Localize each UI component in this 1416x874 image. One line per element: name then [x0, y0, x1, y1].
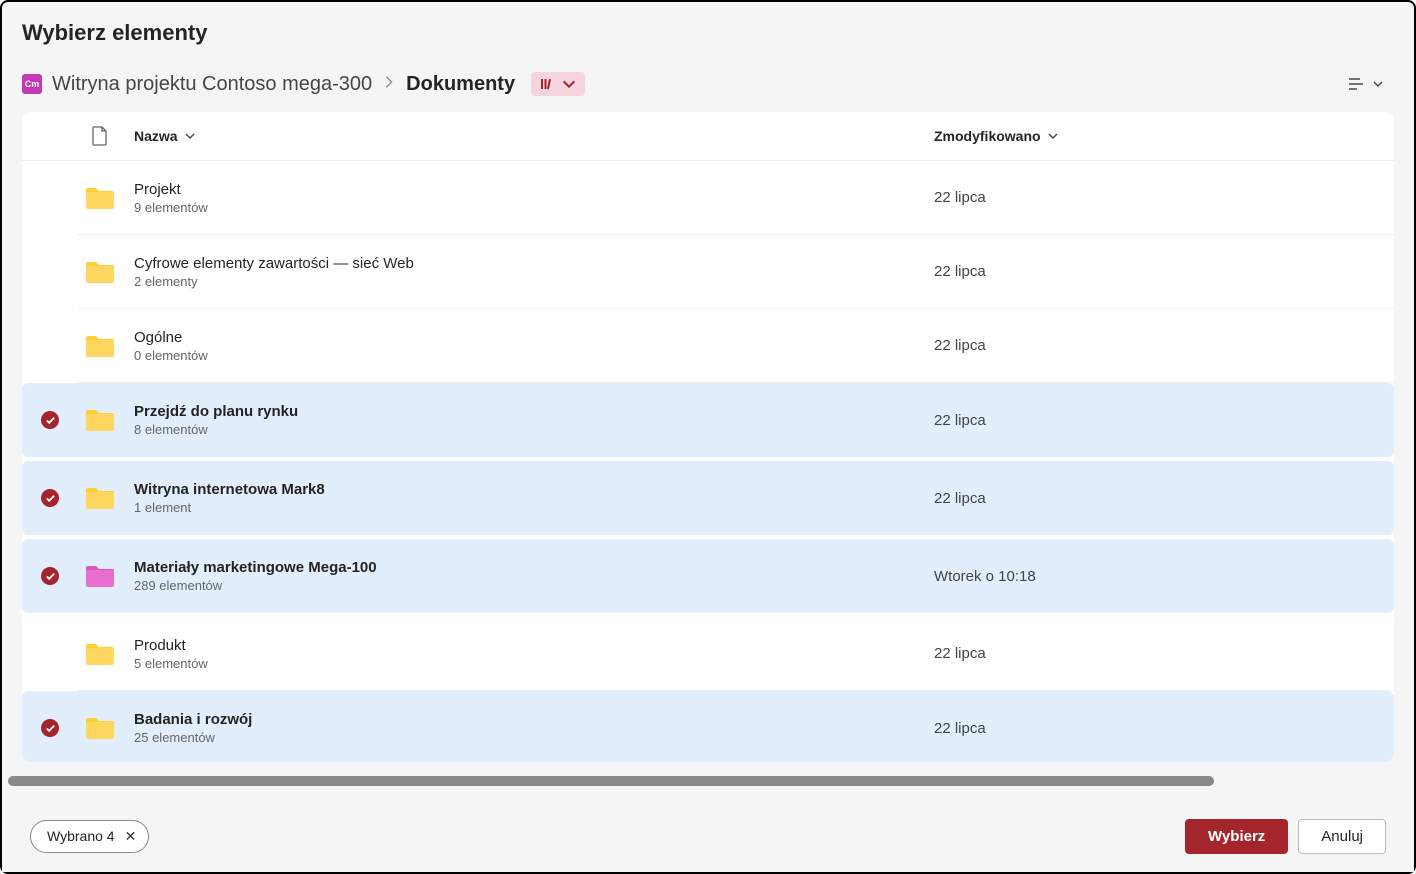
list-item[interactable]: Materiały marketingowe Mega-100 289 elem…: [22, 539, 1394, 613]
column-name-label: Nazwa: [134, 128, 178, 144]
item-name: Badania i rozwój: [134, 711, 252, 728]
item-name: Projekt: [134, 181, 181, 198]
item-name: Przejdź do planu rynku: [134, 403, 298, 420]
column-header-modified[interactable]: Zmodyfikowano: [934, 128, 1394, 144]
cancel-button[interactable]: Anuluj: [1298, 819, 1386, 854]
item-name: Witryna internetowa Mark8: [134, 481, 325, 498]
item-meta: 2 elementy: [134, 274, 198, 289]
item-meta: 289 elementów: [134, 578, 222, 593]
list-view-icon: [1346, 74, 1366, 94]
library-icon: [539, 76, 555, 92]
list-item[interactable]: Cyfrowe elementy zawartości — sieć Web 2…: [78, 235, 1394, 309]
item-name: Cyfrowe elementy zawartości — sieć Web: [134, 255, 414, 272]
item-modified: 22 lipca: [934, 189, 1394, 206]
chevron-down-icon: [184, 130, 196, 142]
select-button[interactable]: Wybierz: [1185, 819, 1288, 854]
selection-count-pill[interactable]: Wybrano 4 ✕: [30, 820, 149, 853]
row-checkbox[interactable]: [22, 411, 78, 429]
clear-selection-icon[interactable]: ✕: [125, 828, 137, 845]
item-modified: 22 lipca: [934, 720, 1394, 737]
item-meta: 25 elementów: [134, 730, 215, 745]
file-list: Nazwa Zmodyfikowano Projekt 9 elementów …: [22, 112, 1394, 762]
item-name: Materiały marketingowe Mega-100: [134, 559, 377, 576]
chevron-down-icon: [1372, 78, 1384, 90]
column-modified-label: Zmodyfikowano: [934, 128, 1041, 144]
item-modified: Wtorek o 10:18: [934, 568, 1394, 585]
library-dropdown[interactable]: [531, 72, 585, 96]
breadcrumb-bar: Cm Witryna projektu Contoso mega-300 Dok…: [2, 54, 1414, 112]
list-item[interactable]: Przejdź do planu rynku 8 elementów 22 li…: [22, 383, 1394, 457]
selection-count-label: Wybrano 4: [47, 828, 115, 844]
folder-icon: [78, 562, 122, 590]
folder-icon: [78, 332, 122, 360]
item-modified: 22 lipca: [934, 645, 1394, 662]
dialog-footer: Wybrano 4 ✕ Wybierz Anuluj: [2, 800, 1414, 872]
chevron-down-icon: [1047, 130, 1059, 142]
column-header-row: Nazwa Zmodyfikowano: [22, 112, 1394, 161]
dialog-title: Wybierz elementy: [22, 20, 1394, 46]
chevron-down-icon: [561, 76, 577, 92]
item-modified: 22 lipca: [934, 263, 1394, 280]
item-meta: 1 element: [134, 500, 191, 515]
item-name: Ogólne: [134, 329, 182, 346]
item-meta: 5 elementów: [134, 656, 208, 671]
file-type-icon: [78, 126, 122, 146]
item-meta: 0 elementów: [134, 348, 208, 363]
horizontal-scrollbar[interactable]: [8, 776, 1214, 786]
list-item[interactable]: Ogólne 0 elementów 22 lipca: [78, 309, 1394, 383]
item-modified: 22 lipca: [934, 412, 1394, 429]
folder-icon: [78, 258, 122, 286]
list-item[interactable]: Witryna internetowa Mark8 1 element 22 l…: [22, 461, 1394, 535]
folder-icon: [78, 714, 122, 742]
view-options-button[interactable]: [1336, 68, 1394, 100]
folder-icon: [78, 406, 122, 434]
list-item[interactable]: Badania i rozwój 25 elementów 22 lipca: [22, 691, 1394, 762]
item-modified: 22 lipca: [934, 337, 1394, 354]
folder-icon: [78, 640, 122, 668]
breadcrumb-current: Dokumenty: [406, 73, 515, 96]
row-checkbox[interactable]: [22, 567, 78, 585]
item-name: Produkt: [134, 637, 186, 654]
item-meta: 9 elementów: [134, 200, 208, 215]
folder-icon: [78, 184, 122, 212]
site-icon: Cm: [22, 74, 42, 94]
folder-icon: [78, 484, 122, 512]
list-item[interactable]: Projekt 9 elementów 22 lipca: [78, 161, 1394, 235]
item-meta: 8 elementów: [134, 422, 208, 437]
list-item[interactable]: Produkt 5 elementów 22 lipca: [78, 617, 1394, 691]
breadcrumb-site[interactable]: Witryna projektu Contoso mega-300: [52, 73, 372, 96]
item-modified: 22 lipca: [934, 490, 1394, 507]
column-header-name[interactable]: Nazwa: [122, 128, 934, 144]
row-checkbox[interactable]: [22, 489, 78, 507]
row-checkbox[interactable]: [22, 719, 78, 737]
chevron-right-icon: [382, 75, 396, 93]
